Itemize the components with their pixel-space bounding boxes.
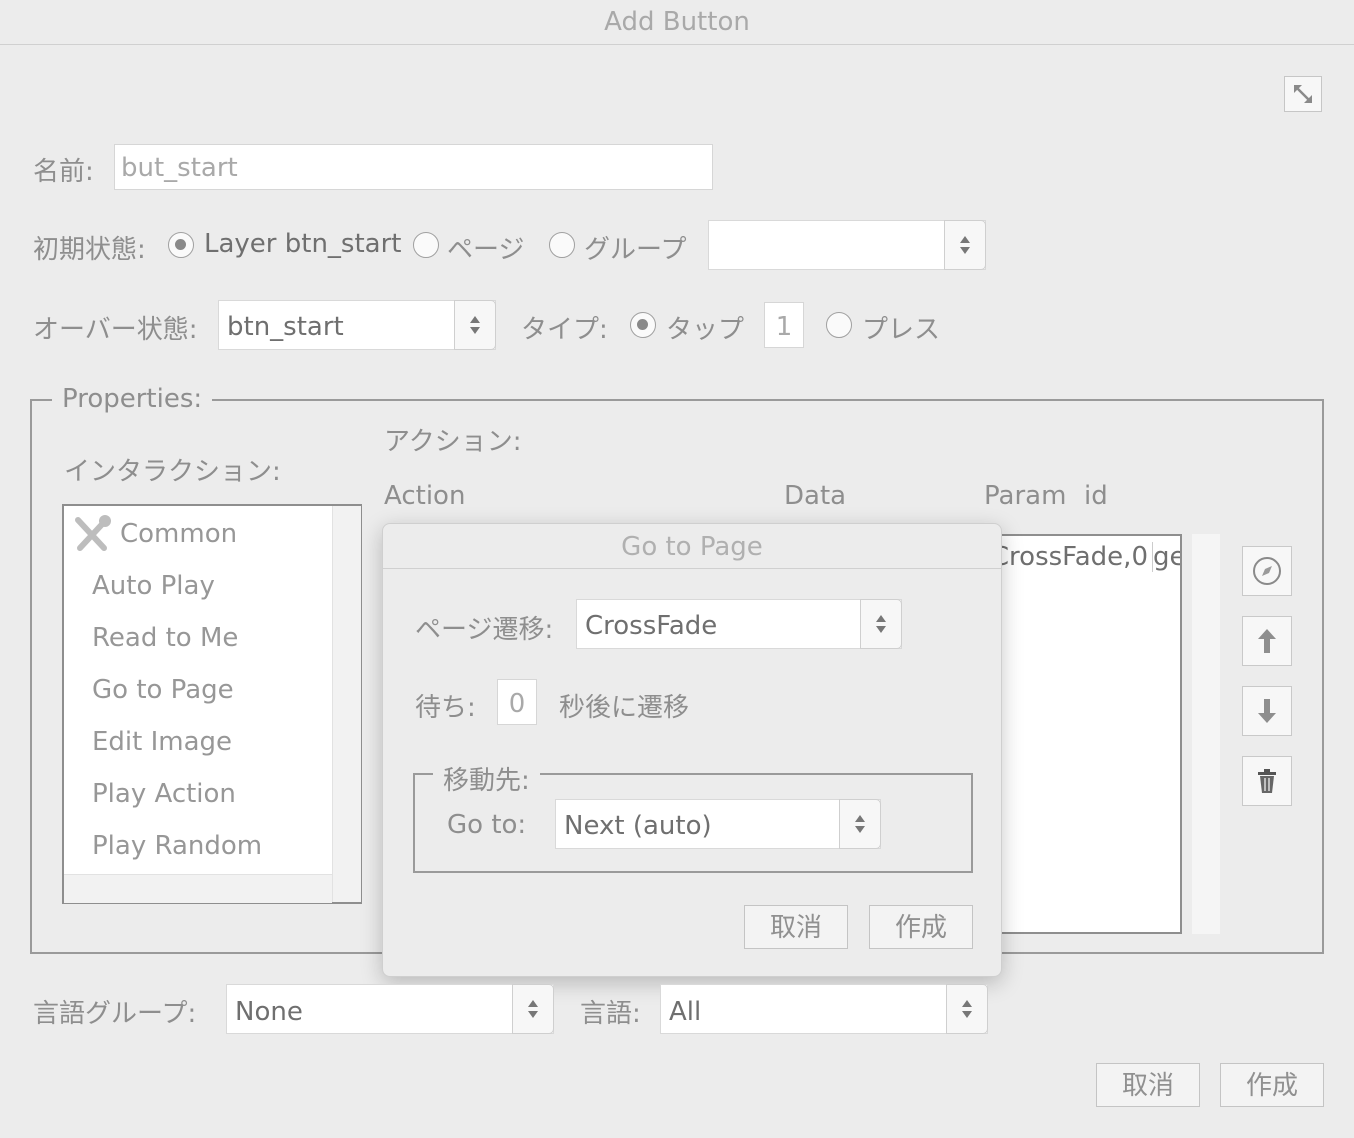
initial-state-label: 初期状態: — [33, 235, 146, 265]
goto-value: Next (auto) — [564, 811, 712, 841]
language-stepper[interactable] — [946, 984, 988, 1034]
language-group-stepper[interactable] — [512, 984, 554, 1034]
list-item-auto-play[interactable]: Auto Play — [92, 571, 215, 601]
arrow-down-icon — [1258, 699, 1276, 723]
delete-button[interactable] — [1242, 756, 1292, 806]
dialog-title: Go to Page — [383, 524, 1001, 569]
list-scrollbar[interactable] — [332, 506, 361, 902]
destination-legend: 移動先: — [433, 760, 540, 797]
updown-icon — [962, 1000, 972, 1018]
language-group-value: None — [235, 997, 303, 1027]
interaction-label: インタラクション: — [64, 457, 281, 487]
list-item-read-to-me[interactable]: Read to Me — [92, 623, 238, 653]
list-item-common[interactable]: Common — [120, 519, 237, 549]
dialog-create-button[interactable]: 作成 — [869, 905, 973, 949]
type-label: タイプ: — [521, 315, 608, 345]
table-scrollbar[interactable] — [1192, 534, 1220, 934]
updown-icon — [876, 615, 886, 633]
over-state-stepper[interactable] — [454, 300, 496, 350]
column-param[interactable]: Param — [984, 481, 1066, 511]
go-to-page-dialog: Go to Page ページ遷移: CrossFade 待ち: 0 秒後に遷移 … — [382, 523, 1002, 977]
compass-icon — [1253, 557, 1281, 585]
list-hscrollbar[interactable] — [64, 874, 332, 903]
expand-button[interactable] — [1284, 76, 1322, 112]
radio-tap[interactable] — [630, 312, 656, 338]
updown-icon — [855, 815, 865, 833]
wait-suffix: 秒後に遷移 — [559, 693, 690, 723]
window-title: Add Button — [604, 7, 750, 37]
column-action[interactable]: Action — [384, 481, 465, 511]
language-group-select[interactable]: None — [226, 984, 554, 1034]
cancel-button[interactable]: 取消 — [1096, 1063, 1200, 1107]
radio-group-label: グループ — [584, 235, 687, 265]
action-label: アクション: — [384, 427, 522, 457]
move-down-button[interactable] — [1242, 686, 1292, 736]
transition-stepper[interactable] — [860, 599, 902, 649]
tap-count-field[interactable]: 1 — [764, 302, 804, 348]
list-item-play-action[interactable]: Play Action — [92, 779, 236, 809]
language-group-label: 言語グループ: — [33, 999, 197, 1029]
radio-layer[interactable] — [168, 232, 194, 258]
initial-state-stepper[interactable] — [944, 220, 986, 270]
transition-value: CrossFade — [585, 611, 718, 641]
goto-select[interactable]: Next (auto) — [555, 799, 881, 849]
radio-press-label: プレス — [862, 315, 941, 345]
updown-icon — [960, 236, 970, 254]
transition-select[interactable]: CrossFade — [576, 599, 902, 649]
initial-state-select[interactable] — [708, 220, 986, 270]
properties-legend: Properties: — [52, 384, 213, 414]
table-cell-id: ge — [1153, 542, 1180, 572]
over-state-value: btn_start — [227, 312, 344, 342]
list-item-go-to-page[interactable]: Go to Page — [92, 675, 234, 705]
tools-icon — [75, 515, 111, 551]
expand-icon — [1294, 85, 1312, 103]
radio-page[interactable] — [413, 232, 439, 258]
over-state-select[interactable]: btn_start — [218, 300, 496, 350]
column-data[interactable]: Data — [784, 481, 846, 511]
name-field[interactable]: but_start — [114, 144, 713, 190]
list-item-edit-image[interactable]: Edit Image — [92, 727, 232, 757]
language-value: All — [669, 997, 702, 1027]
radio-layer-label: Layer btn_start — [204, 229, 402, 259]
trash-icon — [1258, 769, 1276, 793]
test-action-button[interactable] — [1242, 546, 1292, 596]
updown-icon — [470, 316, 480, 334]
over-state-label: オーバー状態: — [33, 315, 198, 345]
updown-icon — [528, 1000, 538, 1018]
goto-label: Go to: — [447, 810, 527, 840]
window-title-bar: Add Button — [0, 0, 1354, 45]
column-id[interactable]: id — [1084, 481, 1108, 511]
language-select[interactable]: All — [660, 984, 988, 1034]
radio-press[interactable] — [826, 312, 852, 338]
arrow-up-icon — [1258, 629, 1276, 653]
radio-group[interactable] — [549, 232, 575, 258]
wait-label: 待ち: — [415, 693, 476, 723]
radio-page-label: ページ — [447, 235, 525, 265]
wait-field[interactable]: 0 — [497, 679, 537, 725]
language-label: 言語: — [580, 999, 641, 1029]
interaction-list[interactable]: Common Auto Play Read to Me Go to Page E… — [62, 504, 362, 904]
goto-stepper[interactable] — [839, 799, 881, 849]
move-up-button[interactable] — [1242, 616, 1292, 666]
name-label: 名前: — [33, 157, 94, 187]
list-item-play-random[interactable]: Play Random — [92, 831, 262, 861]
transition-label: ページ遷移: — [415, 615, 554, 645]
create-button[interactable]: 作成 — [1220, 1063, 1324, 1107]
radio-tap-label: タップ — [666, 315, 745, 345]
dialog-cancel-button[interactable]: 取消 — [744, 905, 848, 949]
